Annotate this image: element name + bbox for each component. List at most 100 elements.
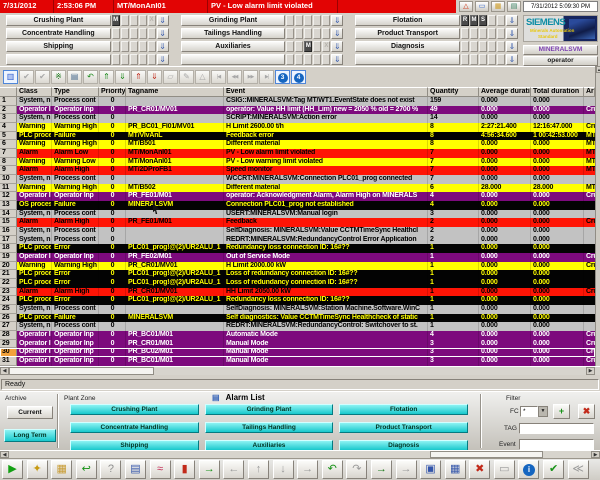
logged-in-user-button[interactable]: operator xyxy=(523,56,598,66)
column-header[interactable]: Tagname xyxy=(126,87,224,97)
group-status-box[interactable] xyxy=(313,28,321,39)
group-status-box[interactable] xyxy=(488,41,496,52)
group-status-box[interactable] xyxy=(322,28,330,39)
forward-icon[interactable]: → xyxy=(396,460,417,479)
group-status-box[interactable] xyxy=(304,28,312,39)
alarm-row[interactable]: 2 Operator I Operator Inp 0 PR_CR01/MV01… xyxy=(0,106,595,115)
group-status-box[interactable] xyxy=(139,28,147,39)
group-status-box[interactable] xyxy=(112,41,120,52)
group-status-box[interactable] xyxy=(304,15,312,26)
alarm-row[interactable]: 1 System, n Process cont 0 CSIG::MINERAL… xyxy=(0,97,595,106)
scroll-left-arrow-icon[interactable]: ◀ xyxy=(0,451,9,458)
acknowledge-icon[interactable]: ✔ xyxy=(19,70,34,84)
group-status-box[interactable] xyxy=(470,28,478,39)
alarm-row[interactable]: 9 Alarm Alarm High 0 MT/2DProFB1 Speed m… xyxy=(0,166,595,175)
alarm-row[interactable]: 16 System, n Process cont 0 SelfDiagnosi… xyxy=(0,227,595,236)
edit-icon[interactable]: ✎ xyxy=(179,70,194,84)
nav-dropdown-arrow-icon[interactable]: ⇓ xyxy=(331,41,343,52)
pz-flotation[interactable]: Flotation xyxy=(339,404,468,415)
enter-picture-icon[interactable]: → xyxy=(371,460,392,479)
acknowledge-all-icon[interactable]: ✔ xyxy=(35,70,50,84)
event-filter-input[interactable] xyxy=(519,439,594,450)
scroll-bottom-icon[interactable]: ⇓ xyxy=(147,70,162,84)
group-status-box[interactable] xyxy=(461,28,469,39)
group-status-box[interactable] xyxy=(497,41,505,52)
group-status-box[interactable] xyxy=(313,41,321,52)
nav-plant-button[interactable]: Concentrate Handling xyxy=(6,28,111,39)
nav-plant-button[interactable]: Diagnosis xyxy=(355,41,460,52)
group-status-box[interactable] xyxy=(148,54,156,65)
picture-select-icon[interactable]: → xyxy=(199,460,220,479)
alarm-row[interactable]: 20 Warning Warning High 0 PR_CR01/MV01 H… xyxy=(0,262,595,271)
save-windows-icon[interactable]: ▦ xyxy=(445,460,466,479)
nav-dropdown-arrow-icon[interactable]: ⇓ xyxy=(157,15,169,26)
group-status-box[interactable] xyxy=(295,28,303,39)
group-status-box[interactable]: X xyxy=(148,15,156,26)
column-header[interactable]: Total duration xyxy=(531,87,584,97)
group-status-box[interactable] xyxy=(479,54,487,65)
project-name-button[interactable]: MINERALSVM xyxy=(523,45,598,55)
alarm-row[interactable]: 14 System, n Process cont 0 USERT:MINERA… xyxy=(0,210,595,219)
comment-icon[interactable]: ▱ xyxy=(163,70,178,84)
alarm-row[interactable]: 11 Warning Warning High 0 MT/B502 Differ… xyxy=(0,184,595,193)
archive-current-button[interactable]: Current xyxy=(7,406,53,419)
picture-icon[interactable]: ▦ xyxy=(491,1,505,12)
group-status-box[interactable] xyxy=(470,54,478,65)
exit-icon[interactable]: ≪ xyxy=(568,460,589,479)
info-picture-icon[interactable]: i xyxy=(518,460,539,479)
group-status-box[interactable] xyxy=(322,54,330,65)
hide-alarm-icon[interactable]: △ xyxy=(195,70,210,84)
group-status-box[interactable] xyxy=(461,54,469,65)
group-status-box[interactable] xyxy=(112,28,120,39)
alarm-row[interactable]: 5 PLC proce Failure 0 MT/VlvAnL Feedback… xyxy=(0,132,595,141)
alarm-row[interactable]: 29 Operator I Operator Inp 0 PR_CR01/M01… xyxy=(0,340,595,349)
nav-plant-button[interactable] xyxy=(6,54,111,65)
alarm-row[interactable]: 27 System, n Process cont 0 REDRT:MINERA… xyxy=(0,322,595,331)
alarm-row[interactable]: 22 PLC proce Error 0 PLC01_prog!@(2)/UR2… xyxy=(0,279,595,288)
group-status-box[interactable] xyxy=(121,15,129,26)
pz-product-transport[interactable]: Product Transport xyxy=(339,422,468,433)
group-status-box[interactable]: M xyxy=(112,15,120,26)
group-status-box[interactable] xyxy=(295,41,303,52)
nav-plant-button[interactable]: Crushing Plant xyxy=(6,15,111,26)
group-status-box[interactable] xyxy=(479,28,487,39)
run-icon[interactable]: ▶ xyxy=(2,460,23,479)
group-status-box[interactable] xyxy=(121,41,129,52)
group-status-box[interactable] xyxy=(479,41,487,52)
fc-filter-input[interactable] xyxy=(520,406,538,417)
tag-filter-input[interactable] xyxy=(519,423,594,434)
nav-dropdown-arrow-icon[interactable]: ⇓ xyxy=(157,54,169,65)
scrollbar-thumb[interactable] xyxy=(9,367,154,375)
printer-icon[interactable]: ▤ xyxy=(507,1,521,12)
nav-dropdown-arrow-icon[interactable]: ⇓ xyxy=(506,54,518,65)
nav-dropdown-arrow-icon[interactable]: ⇓ xyxy=(331,54,343,65)
group-status-box[interactable] xyxy=(322,15,330,26)
new-picture-icon[interactable]: ▦ xyxy=(51,460,72,479)
alarm-row[interactable]: 12 Operator I Operator Inp 0 PR_FE01/M01… xyxy=(0,192,595,201)
export-icon[interactable]: ↶ xyxy=(83,70,98,84)
scroll-right-arrow-icon[interactable]: ▶ xyxy=(586,367,595,375)
column-header[interactable]: Type xyxy=(52,87,99,97)
apply-filter-icon[interactable]: + xyxy=(553,404,570,419)
group-status-box[interactable] xyxy=(139,41,147,52)
alarm-row[interactable]: 8 Warning Warning Low 0 MT/MonAnI01 PV -… xyxy=(0,158,595,167)
nav-dropdown-arrow-icon[interactable]: ⇓ xyxy=(331,28,343,39)
alarm-row[interactable]: 26 PLC proce Failure 0 MINERALSVM Self d… xyxy=(0,314,595,323)
group-status-box[interactable] xyxy=(130,28,138,39)
group-status-box[interactable] xyxy=(470,41,478,52)
previous-picture-icon[interactable]: ↩ xyxy=(76,460,97,479)
alarm-row[interactable]: 6 Warning Warning High 0 MT/B501 Differe… xyxy=(0,140,595,149)
group-status-box[interactable] xyxy=(497,15,505,26)
group-status-box[interactable] xyxy=(497,28,505,39)
group-status-box[interactable] xyxy=(139,54,147,65)
table-vertical-scrollbar[interactable]: ▲ xyxy=(595,66,600,366)
scroll-top-icon[interactable]: ⇑ xyxy=(131,70,146,84)
ack-alarm-icon[interactable]: △ xyxy=(459,1,473,12)
alarm-row[interactable]: 13 OS proces Failure 0 MINERALSVM Connec… xyxy=(0,201,595,210)
group-status-box[interactable]: X xyxy=(322,41,330,52)
nav-plant-button[interactable]: Product Transport xyxy=(355,28,460,39)
group-status-box[interactable] xyxy=(313,15,321,26)
group-status-box[interactable]: M xyxy=(470,15,478,26)
alarm-row[interactable]: 4 Warning Warning High 0 PR_BC01_FI01/MV… xyxy=(0,123,595,132)
table-horizontal-scrollbar[interactable]: ◀ ▶ xyxy=(0,366,600,375)
